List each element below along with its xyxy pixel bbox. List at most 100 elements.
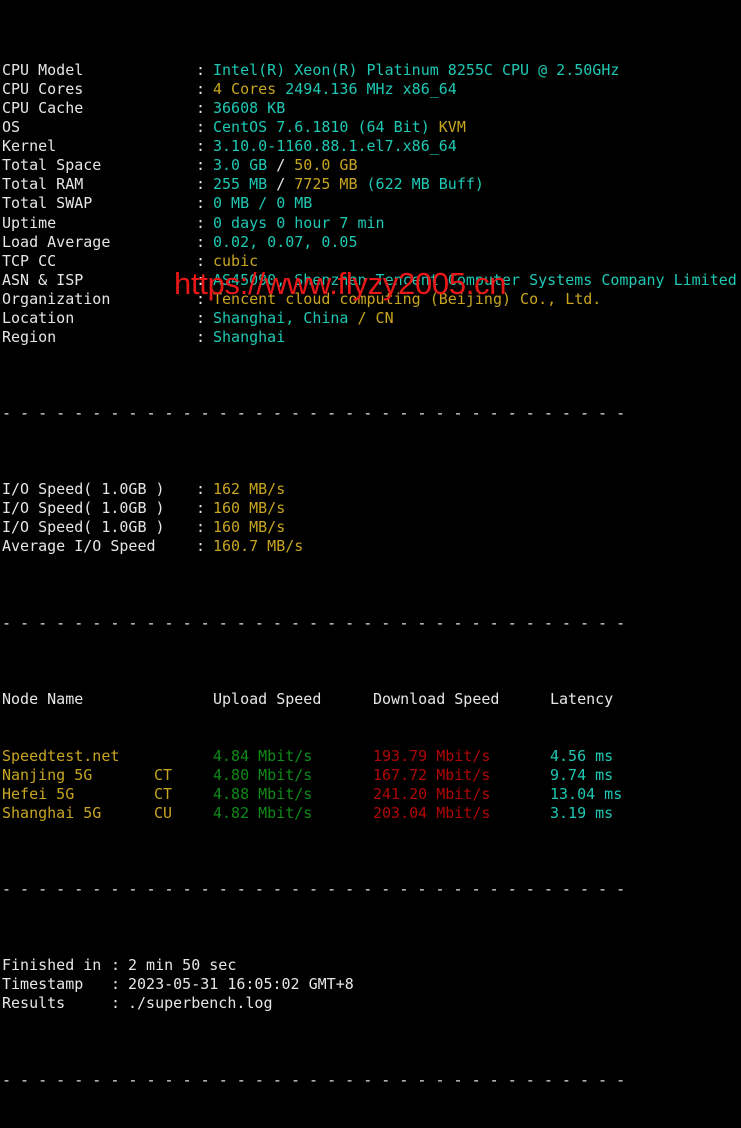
footer-value: ./superbench.log (128, 994, 273, 1013)
info-row: ASN & ISP: AS45090, Shenzhen Tencent Comp… (2, 271, 741, 290)
info-colon: : (196, 118, 206, 137)
summary-footer-block: Finished in:2 min 50 sec Timestamp:2023-0… (2, 956, 741, 1013)
cell-latency: 3.19 ms (550, 803, 614, 822)
cell-isp: CT (154, 765, 173, 784)
info-colon: : (196, 156, 206, 175)
footer-row: Results: ./superbench.log (2, 994, 741, 1013)
speedtest-row: Nanjing 5G CT 4.80 Mbit/s 167.72 Mbit/s 9.74… (2, 766, 741, 785)
footer-label: Timestamp (2, 975, 84, 994)
footer-label: Results (2, 994, 66, 1013)
footer-value: 2 min 50 sec (128, 956, 237, 975)
info-value-segment: 7725 MB (294, 175, 367, 194)
info-value-segment: cubic (213, 251, 259, 270)
footer-value: 2023-05-31 16:05:02 GMT+8 (128, 975, 354, 994)
speedtest-table-header: Node Name Upload Speed Download Speed Laten… (2, 690, 741, 709)
column-header-upload-speed: Upload Speed (213, 689, 322, 708)
cell-node-name: Nanjing 5G (2, 765, 93, 784)
info-value-segment: KVM (438, 118, 466, 137)
column-header-latency: Latency (550, 689, 614, 708)
info-label: Kernel (2, 137, 57, 156)
cell-isp: CT (154, 784, 173, 803)
info-colon: : (196, 80, 206, 99)
separator-dashes: - - - - - - - - - - - - - - - - - - - - … (2, 613, 627, 632)
info-value-segment: 255 MB (213, 175, 277, 194)
info-row: CPU Model: Intel(R) Xeon(R) Platinum 8255… (2, 61, 741, 80)
info-colon: : (196, 61, 206, 80)
info-label: TCP CC (2, 251, 57, 270)
separator-dashes: - - - - - - - - - - - - - - - - - - - - … (2, 403, 627, 422)
separator-dashes: - - - - - - - - - - - - - - - - - - - - … (2, 880, 627, 899)
info-label: Load Average (2, 232, 111, 251)
info-colon: : (196, 175, 206, 194)
speedtest-row: Speedtest.net 4.84 Mbit/s 193.79 Mbit/s 4.5… (2, 747, 741, 766)
info-label: Total Space (2, 156, 102, 175)
info-row: OS: CentOS 7.6.1810 (64 Bit) KVM (2, 118, 741, 137)
info-row: CPU Cache:36608 KB (2, 99, 741, 118)
footer-colon: : (111, 956, 121, 975)
info-value-segment: / (276, 156, 295, 175)
info-label: CPU Model (2, 61, 84, 80)
separator-line-4: - - - - - - - - - - - - - - - - - - - - … (2, 1071, 741, 1090)
info-value-segment: / (276, 175, 295, 194)
info-colon: : (196, 232, 206, 251)
info-value-segment: Shanghai, China (213, 308, 358, 327)
footer-row: Timestamp:2023-05-31 16:05:02 GMT+8 (2, 975, 741, 994)
io-speed-row: I/O Speed( 1.0GB ):160 MB/s (2, 499, 741, 518)
info-value-segment: Shanghai (213, 327, 286, 346)
cell-node-name: Speedtest.net (2, 746, 120, 765)
info-colon: : (196, 99, 206, 118)
cell-latency: 4.56 ms (550, 746, 614, 765)
io-colon: : (196, 480, 206, 499)
info-row: Kernel:3.10.0-1160.88.1.el7.x86_64 (2, 137, 741, 156)
column-header-download-speed: Download Speed (373, 689, 500, 708)
info-label: Total SWAP (2, 194, 93, 213)
speedtest-header-row: Node Name Upload Speed Download Speed Laten… (2, 690, 741, 709)
info-colon: : (196, 270, 206, 289)
speedtest-row: Hefei 5G CT 4.88 Mbit/s 241.20 Mbit/s 13.04 … (2, 785, 741, 804)
io-value: 160.7 MB/s (213, 537, 304, 556)
info-value-segment: 0.02, 0.07, 0.05 (213, 232, 358, 251)
info-row: CPU Cores:4 Cores 2494.136 MHz x86_64 (2, 80, 741, 99)
cell-upload-speed: 4.82 Mbit/s (213, 803, 313, 822)
cell-node-name: Shanghai 5G (2, 803, 102, 822)
info-label: Organization (2, 289, 111, 308)
info-row: Region: Shanghai (2, 328, 741, 347)
cell-node-name: Hefei 5G (2, 784, 75, 803)
io-colon: : (196, 518, 206, 537)
column-header-node-name: Node Name (2, 689, 84, 708)
info-colon: : (196, 137, 206, 156)
separator-dashes: - - - - - - - - - - - - - - - - - - - - … (2, 1070, 627, 1089)
info-row: Total Space:3.0 GB / 50.0 GB (2, 156, 741, 175)
info-value-segment: 50.0 GB (294, 156, 358, 175)
info-colon: : (196, 289, 206, 308)
info-value-segment: 36608 KB (213, 99, 286, 118)
cell-download-speed: 167.72 Mbit/s (373, 765, 491, 784)
io-colon: : (196, 537, 206, 556)
info-row: TCP CC: cubic (2, 252, 741, 271)
info-label: Total RAM (2, 175, 84, 194)
info-row: Location: Shanghai, China / CN (2, 309, 741, 328)
info-value-segment: 0 MB / 0 MB (213, 194, 313, 213)
info-value-segment: Intel(R) Xeon(R) Platinum 8255C CPU @ 2.… (213, 61, 620, 80)
footer-label: Finished in (2, 956, 102, 975)
info-row: Uptime:0 days 0 hour 7 min (2, 214, 741, 233)
io-label: I/O Speed( 1.0GB ) (2, 499, 165, 518)
io-value: 162 MB/s (213, 480, 286, 499)
info-colon: : (196, 194, 206, 213)
info-label: Region (2, 327, 57, 346)
info-value-segment: (622 MB Buff) (366, 175, 484, 194)
terminal-output: CPU Model: Intel(R) Xeon(R) Platinum 8255… (0, 0, 741, 1088)
info-row: Organization: Tencent cloud computing (Be… (2, 290, 741, 309)
io-value: 160 MB/s (213, 499, 286, 518)
info-label: OS (2, 118, 21, 137)
cell-upload-speed: 4.80 Mbit/s (213, 765, 313, 784)
info-value-segment: 2494.136 MHz x86_64 (285, 80, 457, 99)
cell-download-speed: 203.04 Mbit/s (373, 803, 491, 822)
cell-upload-speed: 4.84 Mbit/s (213, 746, 313, 765)
info-colon: : (196, 251, 206, 270)
info-row: Load Average:0.02, 0.07, 0.05 (2, 233, 741, 252)
info-colon: : (196, 213, 206, 232)
io-speed-row: Average I/O Speed:160.7 MB/s (2, 537, 741, 556)
io-speed-row: I/O Speed( 1.0GB ):160 MB/s (2, 518, 741, 537)
cell-latency: 13.04 ms (550, 784, 623, 803)
